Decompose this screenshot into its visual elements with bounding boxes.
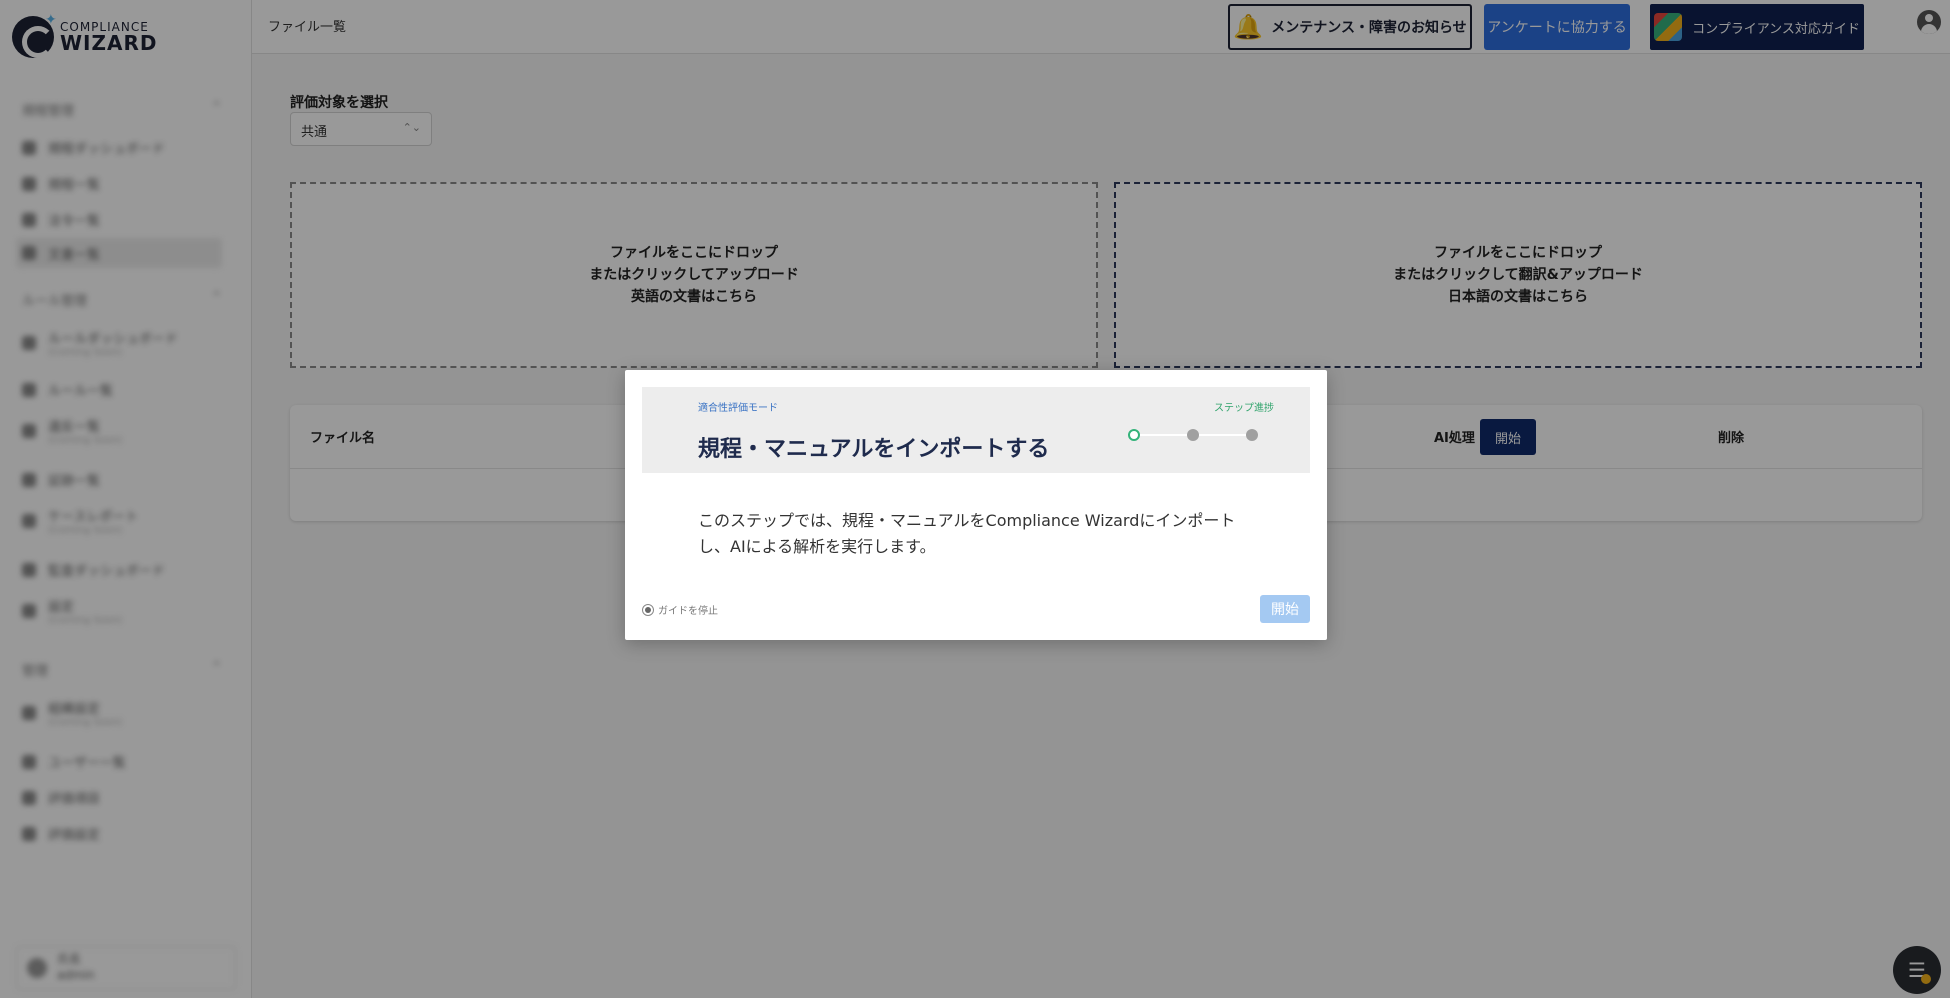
stop-guide-button[interactable]: ガイドを停止 [642, 602, 718, 617]
guide-modal: 適合性評価モード ステップ進捗 規程・マニュアルをインポートする このステップで… [625, 370, 1327, 640]
step-dot-current [1128, 429, 1140, 441]
step-dot [1187, 429, 1199, 441]
step-connector [1199, 434, 1246, 436]
step-dot [1246, 429, 1258, 441]
stop-guide-label: ガイドを停止 [658, 606, 718, 617]
stop-icon [642, 603, 654, 616]
guide-body-line1: このステップでは、規程・マニュアルをCompliance Wizardにインポー… [698, 511, 1236, 530]
guide-body-line2: し、AIによる解析を実行します。 [698, 537, 936, 556]
step-progress-indicator [1128, 429, 1258, 441]
guide-mode-label: 適合性評価モード [698, 403, 778, 414]
guide-modal-header: 適合性評価モード ステップ進捗 規程・マニュアルをインポートする [642, 387, 1310, 473]
app-root: ✦ COMPLIANCE WIZARD 規程管理 ⌃ 規程ダッシュボード 規程一… [0, 0, 1950, 998]
step-progress-label: ステップ進捗 [1214, 403, 1274, 414]
guide-modal-body: このステップでは、規程・マニュアルをCompliance Wizardにインポー… [698, 508, 1258, 560]
guide-modal-title: 規程・マニュアルをインポートする [698, 437, 1050, 462]
guide-start-button[interactable]: 開始 [1260, 595, 1310, 623]
step-connector [1140, 434, 1187, 436]
